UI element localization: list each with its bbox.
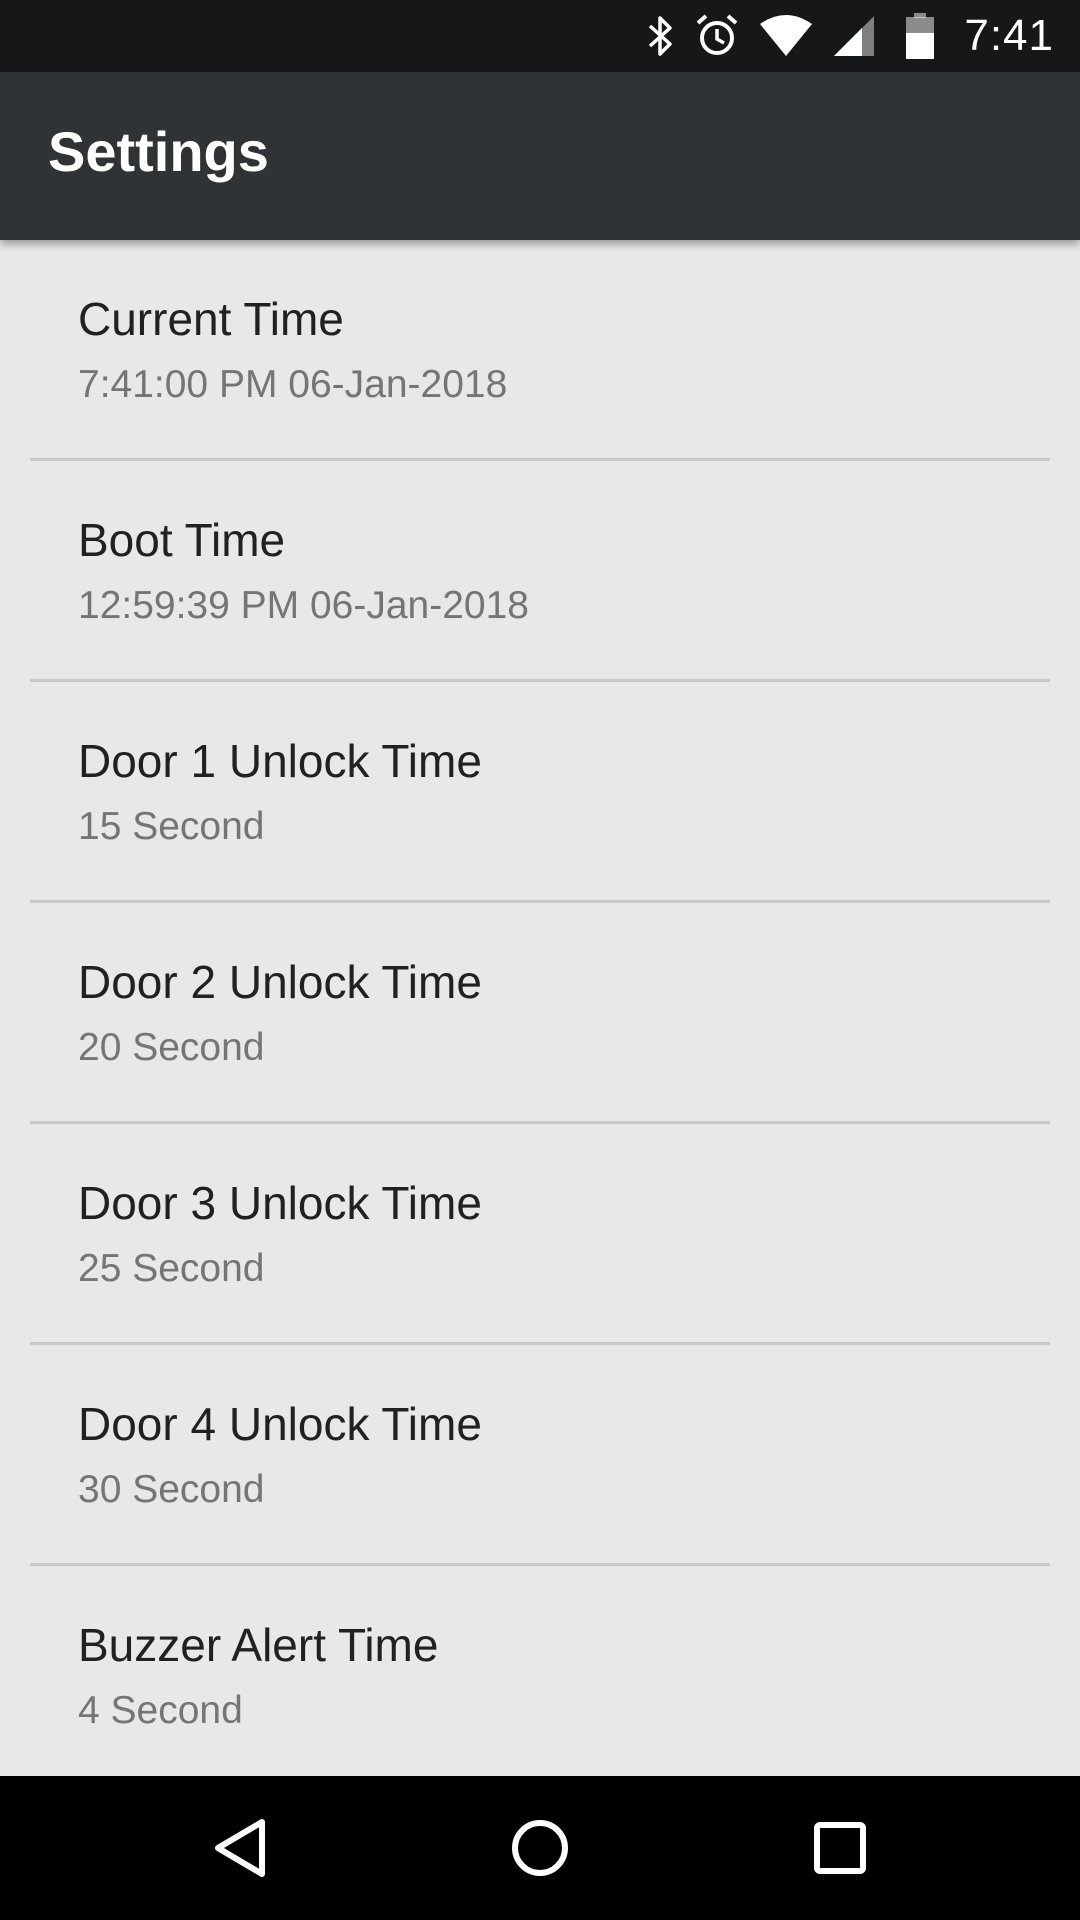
pref-title: Door 1 Unlock Time [78,735,482,787]
pref-summary: 25 Second [78,1247,265,1290]
pref-title: Door 3 Unlock Time [78,1177,482,1229]
pref-title: Current Time [78,293,344,345]
settings-list[interactable]: Current Time 7:41:00 PM 06-Jan-2018 Boot… [0,240,1080,1776]
pref-title: Buzzer Alert Time [78,1619,439,1671]
pref-buzzer-alert-time[interactable]: Buzzer Alert Time 4 Second [0,1566,1080,1776]
pref-summary: 15 Second [78,805,265,848]
pref-title: Boot Time [78,514,286,566]
pref-summary: 7:41:00 PM 06-Jan-2018 [78,363,508,406]
status-bar: 7:41 [0,0,1080,72]
pref-door-4-unlock-time[interactable]: Door 4 Unlock Time 30 Second [0,1345,1080,1566]
cell-signal-icon [832,14,876,58]
navigation-bar [0,1776,1080,1920]
page-title: Settings [48,120,269,183]
pref-summary: 30 Second [78,1468,265,1511]
pref-summary: 12:59:39 PM 06-Jan-2018 [78,584,529,627]
pref-current-time[interactable]: Current Time 7:41:00 PM 06-Jan-2018 [0,240,1080,461]
pref-boot-time[interactable]: Boot Time 12:59:39 PM 06-Jan-2018 [0,461,1080,682]
pref-door-2-unlock-time[interactable]: Door 2 Unlock Time 20 Second [0,903,1080,1124]
recents-icon[interactable] [790,1798,890,1898]
pref-title: Door 2 Unlock Time [78,956,482,1008]
bluetooth-icon [646,14,676,58]
pref-summary: 20 Second [78,1026,265,1069]
alarm-icon [694,13,740,59]
battery-icon [906,13,935,59]
pref-summary: 4 Second [78,1689,243,1732]
status-time: 7:41 [964,11,1054,60]
home-icon[interactable] [490,1798,590,1898]
app-bar: Settings [0,72,1080,240]
pref-door-1-unlock-time[interactable]: Door 1 Unlock Time 15 Second [0,682,1080,903]
pref-title: Door 4 Unlock Time [78,1398,482,1450]
back-icon[interactable] [190,1798,290,1898]
wifi-icon [758,14,814,58]
pref-door-3-unlock-time[interactable]: Door 3 Unlock Time 25 Second [0,1124,1080,1345]
